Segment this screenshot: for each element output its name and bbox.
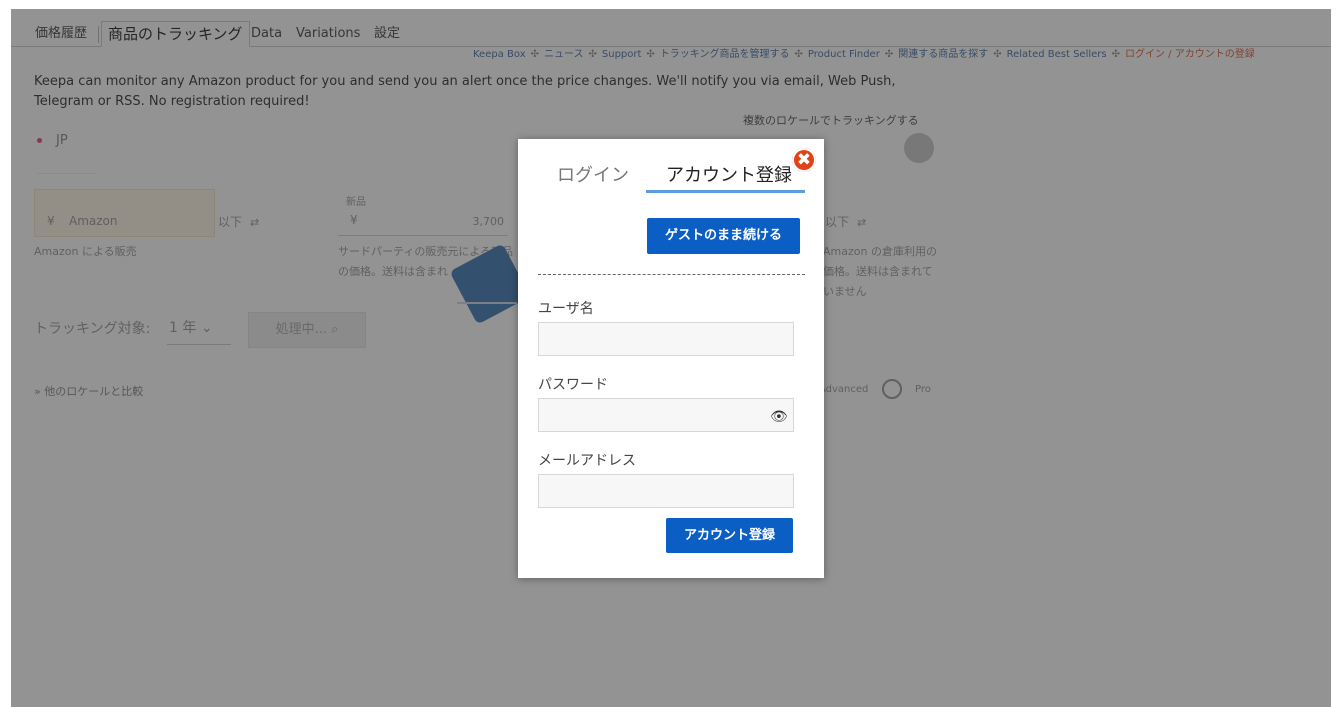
- close-icon[interactable]: ✖: [792, 148, 816, 172]
- password-label: パスワード: [538, 377, 608, 393]
- tab-login[interactable]: ログイン: [557, 165, 629, 187]
- register-button[interactable]: アカウント登録: [666, 518, 793, 553]
- login-register-dialog: ログイン アカウント登録 ✖ ゲストのまま続ける ユーザ名 パスワード 👁 メー…: [518, 139, 824, 578]
- page: 価格履歴 商品のトラッキング Data Variations 設定 Keepa …: [11, 9, 1331, 707]
- email-input[interactable]: [538, 474, 794, 508]
- divider: [538, 274, 805, 275]
- username-label: ユーザ名: [538, 301, 594, 317]
- password-input[interactable]: [538, 398, 794, 432]
- active-tab-indicator: [646, 190, 805, 193]
- username-input[interactable]: [538, 322, 794, 356]
- show-password-icon[interactable]: 👁: [770, 409, 788, 425]
- tab-register[interactable]: アカウント登録: [666, 165, 792, 187]
- email-label: メールアドレス: [538, 453, 636, 469]
- continue-as-guest-button[interactable]: ゲストのまま続ける: [647, 218, 800, 254]
